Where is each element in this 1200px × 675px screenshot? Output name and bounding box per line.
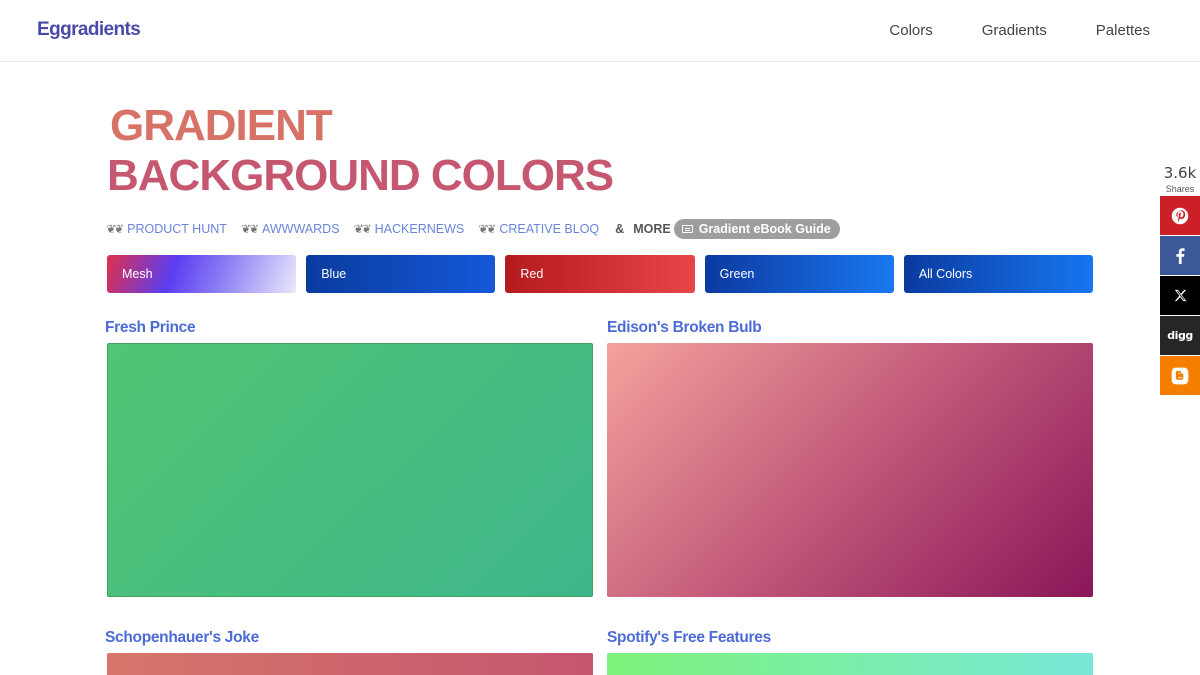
gradient-swatch-edisons-broken-bulb[interactable] — [607, 343, 1093, 597]
award-label: CREATIVE BLOQ — [499, 222, 600, 236]
laurel-icon: ❦❦ — [240, 222, 259, 236]
ebook-guide-button[interactable]: Gradient eBook Guide — [673, 219, 840, 239]
digg-icon: digg — [1167, 329, 1193, 342]
gradient-title-spotifys-free-features[interactable]: Spotify's Free Features — [607, 629, 771, 647]
hero-title-line1: GRADIENT — [110, 101, 333, 150]
award-creative-bloq[interactable]: ❦❦ CREATIVE BLOQ — [478, 222, 599, 236]
category-mesh-button[interactable]: Mesh — [107, 255, 297, 293]
main-nav: Colors Gradients Palettes — [840, 22, 1150, 39]
x-icon — [1174, 289, 1186, 302]
ebook-label: Gradient eBook Guide — [698, 222, 831, 236]
share-label: Shares — [1165, 184, 1195, 194]
category-green-button[interactable]: Green — [704, 255, 894, 293]
blogger-icon — [1171, 367, 1189, 384]
gradient-title-edisons-broken-bulb[interactable]: Edison's Broken Bulb — [607, 319, 762, 337]
category-blue-button[interactable]: Blue — [306, 255, 496, 293]
top-navbar: Eggradients Colors Gradients Palettes — [0, 0, 1200, 62]
nav-gradients[interactable]: Gradients — [982, 22, 1047, 39]
gradient-swatch-schopenhauers-joke[interactable] — [107, 653, 593, 675]
book-icon — [681, 225, 693, 233]
pinterest-icon — [1171, 207, 1189, 224]
gradient-title-fresh-prince[interactable]: Fresh Prince — [105, 319, 196, 337]
award-hackernews[interactable]: ❦❦ HACKERNEWS — [354, 222, 465, 236]
nav-palettes[interactable]: Palettes — [1096, 22, 1150, 39]
award-product-hunt[interactable]: ❦❦ PRODUCT HUNT — [106, 222, 227, 236]
nav-colors[interactable]: Colors — [889, 22, 932, 39]
awards-bar: ❦❦ PRODUCT HUNT ❦❦ AWWWARDS ❦❦ HACKERNEW… — [106, 219, 840, 239]
facebook-icon — [1176, 247, 1185, 264]
award-label: PRODUCT HUNT — [127, 222, 227, 236]
share-count: 3.6k — [1163, 164, 1197, 182]
laurel-icon: ❦❦ — [478, 222, 496, 236]
gradient-swatch-spotifys-free-features[interactable] — [607, 653, 1093, 675]
category-all-colors-button[interactable]: All Colors — [903, 255, 1094, 293]
gradient-title-schopenhauers-joke[interactable]: Schopenhauer's Joke — [105, 629, 259, 647]
laurel-icon: ❦❦ — [353, 222, 372, 236]
more-awards[interactable]: & MORE — [615, 222, 671, 236]
blogger-share-button[interactable] — [1160, 356, 1200, 395]
x-share-button[interactable] — [1160, 276, 1200, 315]
gradient-swatch-fresh-prince[interactable] — [107, 343, 593, 597]
digg-share-button[interactable]: digg — [1160, 316, 1200, 355]
award-label: HACKERNEWS — [374, 222, 465, 236]
pinterest-share-button[interactable] — [1160, 196, 1200, 235]
category-red-button[interactable]: Red — [505, 255, 695, 293]
category-buttons: Mesh Blue Red Green All Colors — [107, 255, 1094, 293]
award-awwwards[interactable]: ❦❦ AWWWARDS — [241, 222, 340, 236]
laurel-icon: ❦❦ — [106, 222, 124, 236]
award-label: AWWWARDS — [262, 222, 340, 236]
more-label: MORE — [633, 222, 671, 236]
facebook-share-button[interactable] — [1160, 236, 1200, 275]
share-sidebar: 3.6k Shares digg — [1160, 160, 1200, 395]
more-prefix: & — [615, 222, 625, 236]
site-logo[interactable]: Eggradients — [37, 19, 141, 41]
hero-title-line2: BACKGROUND COLORS — [107, 151, 614, 200]
